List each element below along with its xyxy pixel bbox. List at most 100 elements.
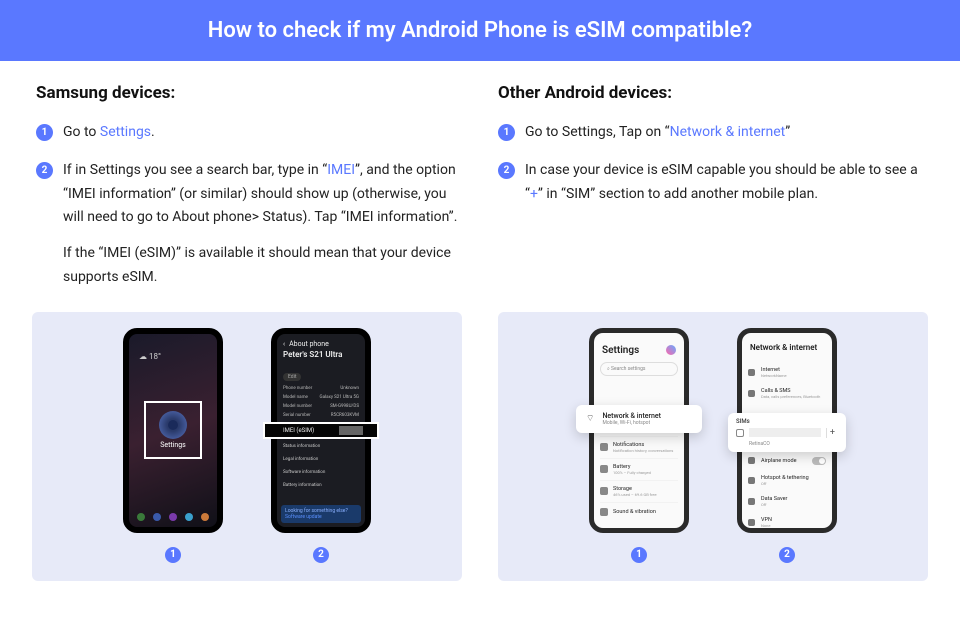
about-phone-info-rows: Phone numberUnknownModel nameGalaxy S21 … [277, 382, 365, 422]
ni-list-top: InternetNetworkNameCalls & SMSData, call… [742, 358, 832, 408]
settings-list-item: NotificationsNotification history, conve… [600, 436, 678, 458]
screenshot-number-badge: 1 [165, 547, 181, 563]
list-item-icon [600, 465, 608, 473]
dock-app-icon [169, 513, 177, 521]
step-text: If in Settings you see a search bar, typ… [63, 159, 462, 290]
footer-question: Looking for something else? [285, 508, 357, 514]
list-item-icon [600, 487, 608, 495]
sim-name-redacted [749, 428, 821, 437]
list-item-icon [748, 477, 755, 484]
samsung-phone-2: ‹ About phone Peter's S21 Ultra Edit Pho… [271, 328, 371, 533]
sims-highlight-card: SIMs + RetinaCO [728, 413, 846, 452]
step-text-after: . [151, 124, 155, 140]
network-internet-highlight-card: ⌔ Network & internet Mobile, Wi-Fi, hots… [576, 405, 702, 433]
settings-list-item: Battery100% – Fully charged [600, 458, 678, 480]
step-number-badge: 1 [36, 124, 53, 141]
about-phone-footer: Looking for something else? Software upd… [281, 505, 361, 523]
samsung-steps: 1 Go to Settings. 2 If in Settings you s… [36, 121, 462, 290]
list-item-icon [748, 457, 755, 464]
settings-app-highlight: Settings [144, 401, 202, 459]
samsung-screenshots-panel: ☁ 18° Settings 1 [32, 312, 462, 581]
sim-chip-icon [736, 429, 744, 437]
search-settings-input: ⌕ Search settings [600, 362, 678, 376]
samsung-phone-2-col: ‹ About phone Peter's S21 Ultra Edit Pho… [271, 328, 371, 563]
ni-list-item: VPNNone [748, 512, 826, 528]
wifi-icon: ⌔ [586, 413, 594, 424]
screenshots-row: ☁ 18° Settings 1 [0, 312, 960, 581]
about-info-row: Model numberSM-G998U/DS [283, 402, 359, 411]
ni-list-item: Hotspot & tetheringOff [748, 470, 826, 491]
ni-list-item: Data SaverOff [748, 491, 826, 512]
sims-subtitle: RetinaCO [736, 441, 838, 447]
search-placeholder: Search settings [611, 366, 645, 372]
samsung-step-2: 2 If in Settings you see a search bar, t… [36, 159, 462, 290]
imei-value: 355 [349, 427, 359, 434]
list-item-icon [600, 443, 608, 451]
imei-esim-highlight: IMEI (eSIM) 355 [263, 422, 379, 439]
samsung-column: Samsung devices: 1 Go to Settings. 2 If … [36, 83, 462, 304]
other-heading: Other Android devices: [498, 83, 924, 103]
other-phone-1-col: Settings ⌕ Search settings AppsAssistant… [589, 328, 689, 563]
step-text: In case your device is eSIM capable you … [525, 159, 924, 207]
about-menu-item: Software information [283, 468, 359, 477]
step-text-before: Go to [63, 124, 100, 140]
dock-app-icon [185, 513, 193, 521]
other-phone-2-col: Network & internet InternetNetworkNameCa… [737, 328, 837, 563]
list-item-icon [748, 519, 755, 526]
screenshot-number-badge: 1 [631, 547, 647, 563]
plus-link[interactable]: + [530, 186, 538, 202]
samsung-heading: Samsung devices: [36, 83, 462, 103]
other-column: Other Android devices: 1 Go to Settings,… [498, 83, 924, 304]
weather-widget: ☁ 18° [139, 352, 161, 361]
settings-list-item: Sound & vibration [600, 502, 678, 521]
footer-link: Software update [285, 514, 357, 520]
about-phone-title: About phone [289, 340, 329, 348]
step-text-before: Go to Settings, Tap on “ [525, 124, 670, 140]
other-steps: 1 Go to Settings, Tap on “Network & inte… [498, 121, 924, 206]
sims-label: SIMs [736, 418, 838, 425]
step-text: Go to Settings, Tap on “Network & intern… [525, 121, 924, 145]
ni-list-item: Calls & SMSData, calls preferences, Blue… [748, 383, 826, 404]
dock-app-icon [201, 513, 209, 521]
dock-app-icon [153, 513, 161, 521]
ni-card-subtitle: Mobile, Wi-Fi, hotspot [602, 420, 661, 426]
samsung-phone-1-col: ☁ 18° Settings 1 [123, 328, 223, 563]
list-item-icon [748, 369, 755, 376]
other-phones: Settings ⌕ Search settings AppsAssistant… [506, 328, 920, 563]
profile-avatar-icon [666, 345, 676, 355]
settings-app-label: Settings [160, 441, 186, 449]
samsung-phone-1: ☁ 18° Settings [123, 328, 223, 533]
ni-card-title: Network & internet [602, 412, 661, 420]
edit-button: Edit [283, 373, 301, 381]
ni-list-bottom: Airplane modeHotspot & tetheringOffData … [742, 448, 832, 528]
dock-app-icon [137, 513, 145, 521]
step-text-before: If in Settings you see a search bar, typ… [63, 162, 327, 178]
about-menu-item: Legal information [283, 455, 359, 464]
about-info-row: Phone numberUnknown [283, 384, 359, 393]
network-internet-link[interactable]: Network & internet [670, 124, 786, 140]
screenshot-number-badge: 2 [779, 547, 795, 563]
list-item-icon [748, 390, 755, 397]
page-title: How to check if my Android Phone is eSIM… [208, 18, 752, 43]
samsung-step-1: 1 Go to Settings. [36, 121, 462, 145]
about-phone-menu-list: Status information Legal information Softw… [283, 442, 359, 490]
settings-link[interactable]: Settings [100, 124, 151, 140]
step-number-badge: 1 [498, 124, 515, 141]
sims-row: + [736, 428, 838, 438]
list-item-icon [748, 498, 755, 505]
list-item-icon [600, 508, 608, 516]
network-internet-title: Network & internet [742, 333, 832, 358]
other-screenshots-panel: Settings ⌕ Search settings AppsAssistant… [498, 312, 928, 581]
toggle-switch-icon [812, 457, 826, 465]
settings-list-item: Storage46% used – 69.6 GB free [600, 480, 678, 502]
about-menu-item: Battery information [283, 481, 359, 490]
back-chevron-icon: ‹ [283, 340, 285, 348]
add-sim-plus-icon: + [826, 428, 838, 438]
page-header: How to check if my Android Phone is eSIM… [0, 0, 960, 61]
phone-dock [137, 513, 209, 521]
other-phone-2: Network & internet InternetNetworkNameCa… [737, 328, 837, 533]
other-step-2: 2 In case your device is eSIM capable yo… [498, 159, 924, 207]
imei-link[interactable]: IMEI [327, 162, 355, 178]
about-menu-item: Status information [283, 442, 359, 451]
screenshot-number-badge: 2 [313, 547, 329, 563]
